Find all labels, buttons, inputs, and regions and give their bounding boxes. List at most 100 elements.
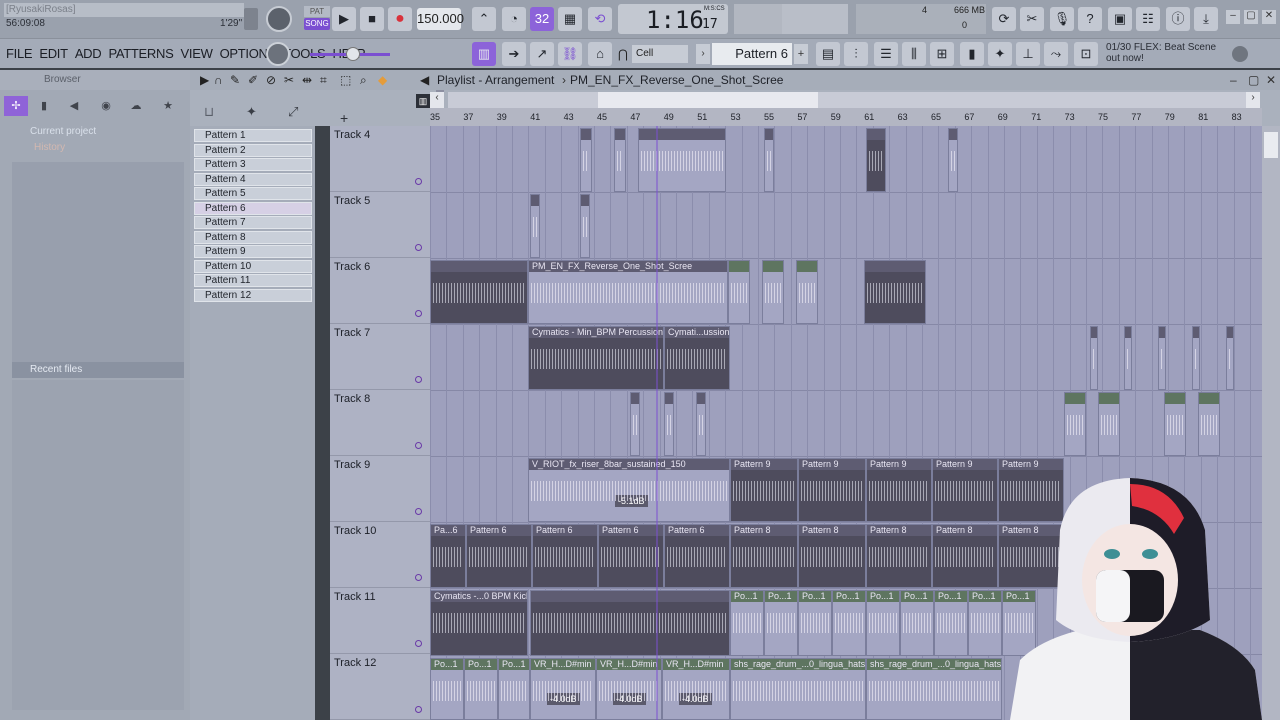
piano-roll-icon[interactable]: ▥	[472, 42, 496, 66]
channel-rack-icon[interactable]: ☰	[874, 42, 898, 66]
clip-t8[interactable]	[1098, 392, 1120, 456]
clip-t11-kicks[interactable]	[530, 590, 730, 656]
close-icon[interactable]: ✕	[1262, 10, 1276, 24]
file-icon[interactable]: ▮	[36, 96, 52, 116]
track-header[interactable]: Track 9	[330, 456, 430, 522]
add-track-icon[interactable]: +	[340, 110, 348, 126]
pattern-item[interactable]: Pattern 1	[194, 129, 312, 142]
pattern-select[interactable]: Pattern 6	[712, 43, 792, 65]
snap-select[interactable]: Cell	[632, 45, 688, 63]
clip-t8[interactable]	[696, 392, 706, 456]
magnet-icon[interactable]: ⋂	[618, 43, 630, 65]
clip-t11-po[interactable]: Po...1	[934, 590, 968, 656]
wait-input-icon[interactable]: ◔	[502, 7, 526, 31]
save-icon[interactable]: ▣	[1108, 7, 1132, 31]
shop-icon[interactable]: ⊡	[1074, 42, 1098, 66]
tempo-display[interactable]: 150.000	[417, 8, 464, 30]
clip-t12-shs[interactable]: shs_rage_drum_...0_lingua_hats	[730, 658, 866, 720]
clip-t10-p6[interactable]: Pattern 6	[466, 524, 532, 588]
pattern-item[interactable]: Pattern 4	[194, 172, 312, 186]
clip-t4-group[interactable]	[638, 128, 726, 192]
track-header[interactable]: Track 12	[330, 654, 430, 720]
clip-t6-loops[interactable]	[430, 260, 528, 324]
clip-t10-p6[interactable]: Pattern 6	[598, 524, 664, 588]
track-header[interactable]: Track 4	[330, 126, 430, 192]
refresh-icon[interactable]: ⟳	[992, 7, 1016, 31]
track-mute-icon[interactable]	[415, 442, 422, 449]
clip-t7[interactable]	[1090, 326, 1098, 390]
clip-t6-reverse[interactable]: PM_EN_FX_Reverse_One_Shot_Scree	[528, 260, 728, 324]
clip-t12-vr[interactable]: VR_H...D#min-4.0dB	[596, 658, 662, 720]
clip-t9-pattern[interactable]: Pattern 9	[932, 458, 998, 522]
track-header[interactable]: Track 6	[330, 258, 430, 324]
clip-t10-first[interactable]: Pa...6	[430, 524, 466, 588]
playlist-minimize-icon[interactable]: –	[1230, 70, 1237, 90]
overview-right-icon[interactable]: ›	[1246, 92, 1260, 108]
browser-item-recent-files[interactable]: Recent files	[12, 362, 184, 378]
slice-icon[interactable]: ⌗	[320, 70, 327, 90]
browser-item-history[interactable]: History	[20, 140, 186, 156]
metronome-icon[interactable]: ⌃	[472, 7, 496, 31]
cloud-icon[interactable]: ☁	[128, 96, 144, 116]
vertical-scrollbar[interactable]	[1262, 126, 1280, 720]
clip-t11-po[interactable]: Po...1	[866, 590, 900, 656]
clip-t11-kick[interactable]: Cymatics -...0 BPM Kick	[430, 590, 528, 656]
info-icon[interactable]: ⓘ	[1166, 7, 1190, 31]
clip-t8[interactable]	[630, 392, 640, 456]
clip-t9-pattern[interactable]: Pattern 9	[730, 458, 798, 522]
record-icon[interactable]: ●	[388, 7, 412, 31]
track-mute-icon[interactable]	[415, 178, 422, 185]
clip-t12-shs[interactable]: shs_rage_drum_...0_lingua_hats	[866, 658, 1002, 720]
overview-window[interactable]	[598, 92, 818, 108]
track-mute-icon[interactable]	[415, 376, 422, 383]
overview-left-icon[interactable]: ‹	[430, 92, 444, 108]
clip-t12-po[interactable]: Po...1	[464, 658, 498, 720]
overview-strip[interactable]	[448, 92, 1248, 108]
clip-t9-pattern[interactable]: Pattern 9	[798, 458, 866, 522]
track-header[interactable]: Track 8	[330, 390, 430, 456]
clip-t10-p6[interactable]: Pattern 6	[664, 524, 730, 588]
picker-icon[interactable]: ⊔	[204, 104, 214, 120]
maximize-icon[interactable]: ▢	[1244, 10, 1258, 24]
track-header[interactable]: Track 11	[330, 588, 430, 654]
stop-icon[interactable]: ■	[360, 7, 384, 31]
track-mute-icon[interactable]	[415, 640, 422, 647]
track-header[interactable]: Track 10	[330, 522, 430, 588]
pattern-item[interactable]: Pattern 12	[194, 288, 312, 302]
countdown-icon[interactable]: 32	[530, 7, 554, 31]
pattern-item[interactable]: Pattern 9	[194, 245, 312, 258]
clip-t7[interactable]	[1192, 326, 1200, 390]
delete-icon[interactable]: ⊘	[266, 70, 276, 90]
fx-icon[interactable]: ✦	[246, 104, 257, 120]
menu-file[interactable]: FILE	[6, 46, 33, 61]
pat-mode-button[interactable]: PAT	[304, 6, 330, 17]
master-slider-handle[interactable]	[346, 47, 360, 61]
clip-t10-p8[interactable]: Pattern 8	[798, 524, 866, 588]
clip-t5[interactable]	[530, 194, 540, 258]
menu-edit[interactable]: EDIT	[39, 46, 68, 61]
mute-icon[interactable]: ✂	[284, 70, 294, 90]
clip-t12-vr[interactable]: VR_H...D#min-4.0dB	[662, 658, 730, 720]
song-mode-button[interactable]: SONG	[304, 18, 330, 30]
pattern-item[interactable]: Pattern 2	[194, 143, 312, 157]
stamp-icon[interactable]: ⌂	[588, 42, 612, 66]
clip-t7-b[interactable]: Cymati...ussion	[664, 326, 730, 390]
plugin-icon[interactable]: ✦	[988, 42, 1012, 66]
arrow-icon[interactable]: ▶	[200, 70, 209, 90]
clip-t4[interactable]	[948, 128, 958, 192]
arrow-right-icon[interactable]: ➔	[502, 42, 526, 66]
step-sequencer-icon[interactable]: ⫶	[844, 42, 868, 66]
plugin-db-icon[interactable]: ◉	[98, 96, 114, 116]
clip-t12-po[interactable]: Po...1	[430, 658, 464, 720]
link-icon[interactable]: ⛓	[558, 42, 582, 66]
globe-icon[interactable]	[1232, 46, 1248, 62]
star-icon[interactable]: ★	[160, 96, 176, 116]
playhead[interactable]	[656, 126, 658, 720]
track-mute-icon[interactable]	[415, 310, 422, 317]
play-icon[interactable]: ▶	[332, 7, 356, 31]
clip-t4[interactable]	[580, 128, 592, 192]
clip-t11-po[interactable]: Po...1	[798, 590, 832, 656]
news-panel[interactable]: 01/30 FLEX: Beat Scene out now!	[1106, 42, 1216, 64]
clip-t8[interactable]	[1164, 392, 1186, 456]
scrollbar-thumb[interactable]	[1264, 132, 1278, 158]
